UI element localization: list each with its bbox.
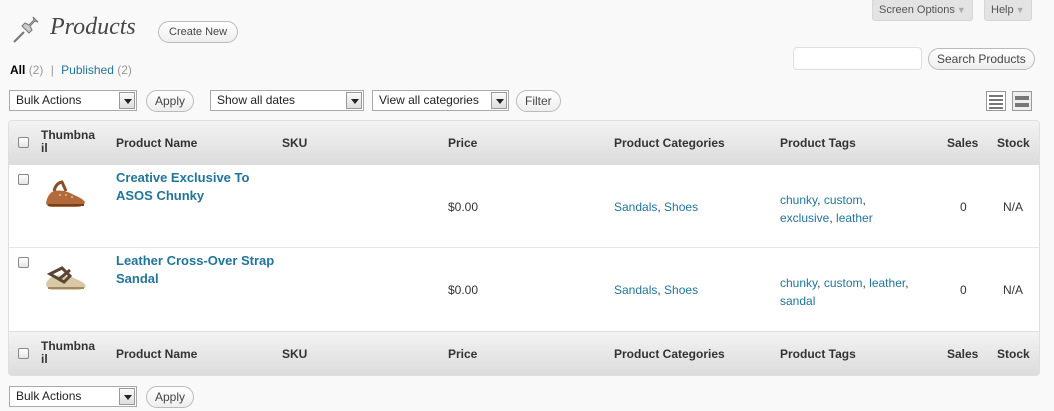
- col-price[interactable]: Price: [448, 136, 477, 150]
- dropdown-arrow-icon: [491, 92, 507, 109]
- pushpin-icon: [13, 16, 39, 43]
- dropdown-arrow-icon: [119, 92, 135, 109]
- col-product-name[interactable]: Product Name: [116, 347, 197, 361]
- screen-options-button[interactable]: Screen Options ▼: [872, 0, 973, 21]
- category-link[interactable]: Sandals: [614, 283, 657, 297]
- create-new-button[interactable]: Create New: [158, 21, 239, 43]
- product-sales: 0: [960, 283, 967, 297]
- categories-select[interactable]: View all categories: [372, 90, 509, 111]
- tag-link[interactable]: sandal: [780, 294, 815, 308]
- apply-button-bottom[interactable]: Apply: [146, 386, 195, 408]
- table-row: Leather Cross-Over Strap Sandal $0.00 Sa…: [9, 248, 1039, 331]
- list-view-icon[interactable]: [986, 91, 1006, 111]
- status-filter-links: All (2) | Published (2): [10, 63, 132, 77]
- help-label: Help: [991, 4, 1014, 16]
- chevron-down-icon: ▼: [1015, 5, 1025, 15]
- select-all-checkbox[interactable]: [18, 348, 29, 359]
- product-price: $0.00: [448, 200, 479, 214]
- filter-separator: |: [50, 63, 54, 77]
- product-name-link[interactable]: Creative Exclusive To ASOS Chunky: [116, 169, 276, 205]
- col-sku[interactable]: SKU: [282, 347, 307, 361]
- col-product-categories: Product Categories: [614, 347, 725, 361]
- tag-link[interactable]: leather: [869, 276, 905, 290]
- col-sku[interactable]: SKU: [282, 136, 307, 150]
- filter-published-count: (2): [117, 63, 132, 77]
- category-link[interactable]: Shoes: [664, 200, 698, 214]
- categories-value: View all categories: [379, 93, 479, 107]
- product-price: $0.00: [448, 283, 479, 297]
- col-sales[interactable]: Sales: [947, 136, 978, 150]
- row-checkbox[interactable]: [18, 174, 29, 185]
- col-stock: Stock: [997, 347, 1030, 361]
- category-link[interactable]: Shoes: [664, 283, 698, 297]
- col-stock: Stock: [997, 136, 1030, 150]
- bulk-actions-value: Bulk Actions: [16, 93, 82, 107]
- col-product-categories: Product Categories: [614, 136, 725, 150]
- tag-link[interactable]: exclusive: [780, 211, 829, 225]
- bulk-actions-value: Bulk Actions: [16, 389, 82, 403]
- product-thumbnail[interactable]: [40, 252, 90, 302]
- product-categories: Sandals, Shoes: [614, 283, 699, 297]
- chevron-down-icon: ▼: [956, 5, 966, 15]
- search-products-button[interactable]: Search Products: [928, 48, 1035, 70]
- tag-link[interactable]: chunky: [780, 276, 817, 290]
- col-price[interactable]: Price: [448, 347, 477, 361]
- col-sales[interactable]: Sales: [947, 347, 978, 361]
- select-all-checkbox[interactable]: [18, 137, 29, 148]
- product-categories: Sandals, Shoes: [614, 200, 699, 214]
- dropdown-arrow-icon: [119, 388, 135, 405]
- filter-all-count: (2): [28, 63, 44, 77]
- table-row: Creative Exclusive To ASOS Chunky $0.00 …: [9, 165, 1039, 248]
- col-product-tags: Product Tags: [780, 136, 856, 150]
- col-product-name[interactable]: Product Name: [116, 136, 197, 150]
- product-name-link[interactable]: Leather Cross-Over Strap Sandal: [116, 252, 276, 288]
- filter-button[interactable]: Filter: [516, 90, 561, 112]
- col-thumbnail: Thumbna il: [41, 339, 95, 366]
- page-title: Products: [50, 14, 136, 40]
- product-thumbnail[interactable]: [40, 169, 90, 219]
- product-tags: chunky, custom, leather, sandal: [780, 276, 909, 308]
- row-checkbox[interactable]: [18, 257, 29, 268]
- apply-button[interactable]: Apply: [146, 90, 195, 112]
- dropdown-arrow-icon: [346, 92, 362, 109]
- tag-link[interactable]: leather: [836, 211, 873, 225]
- dates-value: Show all dates: [217, 93, 296, 107]
- product-sales: 0: [960, 200, 967, 214]
- products-table: Thumbna il Product Name SKU Price Produc…: [8, 120, 1040, 376]
- category-link[interactable]: Sandals: [614, 200, 657, 214]
- help-button[interactable]: Help ▼: [984, 0, 1032, 21]
- bulk-actions-select-bottom[interactable]: Bulk Actions: [9, 386, 137, 407]
- filter-all-link[interactable]: All: [10, 63, 25, 77]
- tag-link[interactable]: custom: [824, 193, 863, 207]
- search-input[interactable]: [793, 47, 922, 70]
- excerpt-view-icon[interactable]: [1012, 91, 1032, 111]
- tag-link[interactable]: chunky: [780, 193, 817, 207]
- col-thumbnail: Thumbna il: [41, 128, 95, 155]
- bulk-actions-select[interactable]: Bulk Actions: [9, 90, 137, 111]
- filter-published-link[interactable]: Published: [61, 63, 114, 77]
- product-tags: chunky, custom, exclusive, leather: [780, 193, 873, 225]
- dates-select[interactable]: Show all dates: [210, 90, 364, 111]
- product-stock: N/A: [1003, 200, 1024, 214]
- table-header: Thumbna il Product Name SKU Price Produc…: [9, 121, 1039, 165]
- screen-options-label: Screen Options: [879, 4, 955, 16]
- product-stock: N/A: [1003, 283, 1024, 297]
- table-footer: Thumbna il Product Name SKU Price Produc…: [9, 331, 1039, 375]
- tag-link[interactable]: custom: [824, 276, 863, 290]
- col-product-tags: Product Tags: [780, 347, 856, 361]
